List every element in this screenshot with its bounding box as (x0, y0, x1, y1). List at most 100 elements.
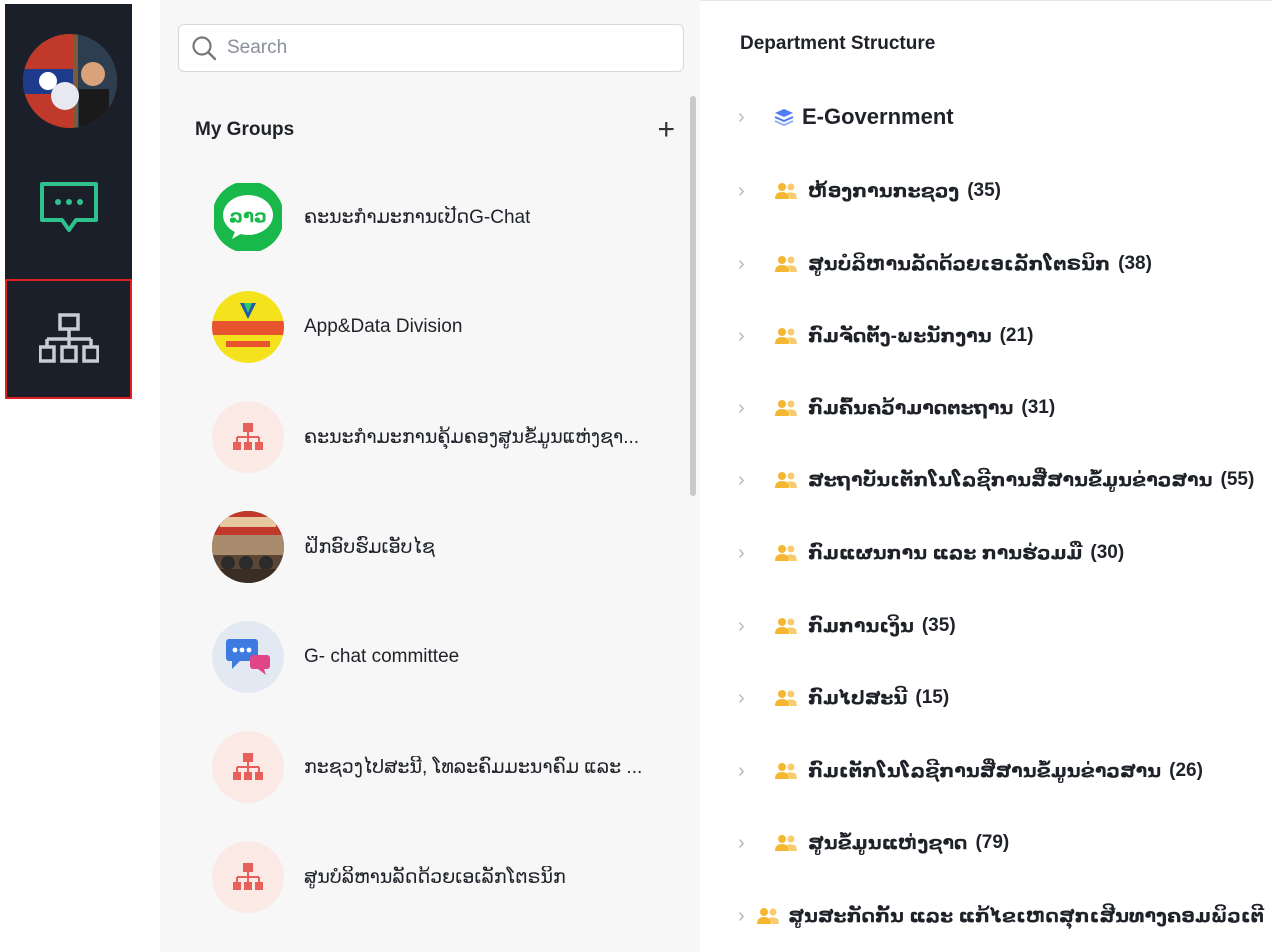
tree-node[interactable]: › ສູນຂໍ້ມູນແຫ່ງຊາດ (79) (738, 823, 1272, 863)
chevron-right-icon[interactable]: › (738, 615, 766, 638)
group-item[interactable]: ຝຶກອົບຮົມເອັບໄຊ (212, 510, 672, 584)
chat-bubbles-icon (226, 639, 270, 675)
group-name: G- chat committee (304, 646, 460, 667)
group-item[interactable]: ລາວ ຄະນະກຳມະການເປີດG-Chat (212, 180, 672, 254)
group-people-icon (774, 252, 800, 276)
tree-node[interactable]: › ກົມໄປສະນີ (15) (738, 678, 1272, 718)
search-icon (192, 36, 217, 61)
search-input[interactable] (227, 37, 667, 59)
group-people-icon (756, 904, 780, 928)
department-structure-panel: Department Structure › E-Government › ຫ້… (700, 0, 1272, 952)
org-chart-icon (38, 313, 99, 363)
application-data-logo-icon (212, 291, 284, 363)
tree-node-label: ສະຖາບັນເຕັກໂນໂລຊີການສື່ສານຂໍ້ມູນຂ່າວສານ (808, 469, 1213, 491)
tree-node-count: (15) (915, 687, 950, 708)
group-name: ຄະນະກຳມະການເປີດG-Chat (304, 206, 531, 228)
group-people-icon (774, 179, 800, 203)
add-group-button[interactable]: + (657, 115, 675, 145)
tree-node-count: (30) (1090, 542, 1125, 563)
org-chart-icon (233, 423, 263, 450)
tree-node-label: ສູນບໍລິຫານລັດດ້ວຍເອເລັກໂຕຣນິກ (808, 253, 1111, 275)
group-people-icon (774, 614, 800, 638)
tree-node-count: (26) (1169, 760, 1203, 781)
tree-node[interactable]: › ສະຖາບັນເຕັກໂນໂລຊີການສື່ສານຂໍ້ມູນຂ່າວສາ… (738, 460, 1272, 500)
lao-chat-logo-icon: ລາວ (214, 183, 282, 251)
chevron-right-icon[interactable]: › (738, 760, 766, 783)
chevron-right-icon[interactable]: › (738, 542, 766, 565)
tree-node-count: (21) (999, 325, 1034, 346)
tree-node-count: (55) (1220, 469, 1255, 490)
search-box[interactable] (178, 24, 684, 72)
groups-panel: My Groups + ລາວ ຄະນະກຳມະການເປີດG-Chat (160, 0, 700, 952)
group-photo-icon (212, 511, 284, 583)
chevron-right-icon[interactable]: › (738, 253, 766, 276)
group-item[interactable]: App&Data Division (212, 290, 672, 364)
tree-node-label: ກົມເຕັກໂນໂລຊີການສື່ສານຂໍ້ມູນຂ່າວສານ (808, 760, 1162, 782)
tree-node-label: ສູນຂໍ້ມູນແຫ່ງຊາດ (808, 832, 968, 854)
group-name: ຝຶກອົບຮົມເອັບໄຊ (304, 536, 435, 558)
tree-node-label: ກົມຈັດຕັ້ງ-ພະນັກງານ (808, 325, 992, 347)
group-people-icon (774, 831, 800, 855)
svg-text:ລາວ: ລາວ (229, 206, 267, 227)
tree-node-count: (35) (967, 180, 1001, 201)
my-groups-header: My Groups + (195, 115, 675, 145)
chevron-right-icon[interactable]: › (738, 687, 766, 710)
org-structure-nav-button[interactable] (5, 279, 132, 399)
group-name: App&Data Division (304, 316, 463, 337)
group-people-icon (774, 468, 800, 492)
tree-node[interactable]: › ກົມຈັດຕັ້ງ-ພະນັກງານ (21) (738, 316, 1272, 356)
navigation-rail (5, 4, 132, 399)
group-avatar: ລາວ (212, 181, 284, 253)
tree-node-label: ກົມແຜນການ ແລະ ການຮ່ວມມື (808, 542, 1083, 564)
chat-nav-button[interactable] (5, 164, 132, 254)
tree-node[interactable]: › ກົມເຕັກໂນໂລຊີການສື່ສານຂໍ້ມູນຂ່າວສານ (2… (738, 751, 1272, 791)
tree-node-count: (38) (1118, 253, 1152, 274)
tree-node-label: ກົມການເງິນ (808, 615, 914, 637)
chevron-right-icon[interactable]: › (738, 469, 766, 492)
tree-node-count: (79) (975, 832, 1010, 853)
tree-node[interactable]: › ກົມແຜນການ ແລະ ການຮ່ວມມື (30) (738, 533, 1272, 573)
groups-scrollbar[interactable] (690, 96, 696, 496)
tree-node[interactable]: › ກົມການເງິນ (35) (738, 606, 1272, 646)
tree-node-root[interactable]: › E-Government (738, 97, 1272, 137)
group-item[interactable]: G- chat committee (212, 620, 672, 694)
tree-node-label: ສູນສະກັດກັ້ນ ແລະ ແກ້ໄຂເຫດສຸກເສີນທາງຄອມພິ… (788, 905, 1264, 927)
tree-node[interactable]: › ສູນບໍລິຫານລັດດ້ວຍເອເລັກໂຕຣນິກ (38) (738, 244, 1272, 284)
group-avatar (212, 731, 284, 803)
chevron-right-icon[interactable]: › (738, 905, 748, 928)
chevron-right-icon[interactable]: › (738, 325, 766, 348)
group-avatar (212, 621, 284, 693)
group-item[interactable]: ກະຊວງໄປສະນີ, ໂທລະຄົມມະນາຄົມ ແລະ ... (212, 730, 672, 804)
chat-bubble-icon (39, 182, 98, 232)
group-people-icon (774, 759, 800, 783)
group-name: ກະຊວງໄປສະນີ, ໂທລະຄົມມະນາຄົມ ແລະ ... (304, 756, 643, 778)
org-chart-icon (233, 863, 263, 890)
chevron-right-icon[interactable]: › (738, 106, 766, 129)
group-name: ຄະນະກຳມະການຄຸ້ມຄອງສູນຂໍ້ມູນແຫ່ງຊາ... (304, 426, 640, 448)
group-item[interactable]: ສູນບໍລິຫານລັດດ້ວຍເອເລັກໂຕຣນິກ (212, 840, 672, 914)
group-avatar (212, 841, 284, 913)
group-people-icon (774, 396, 800, 420)
tree-node-label: E-Government (802, 104, 954, 129)
group-name: ສູນບໍລິຫານລັດດ້ວຍເອເລັກໂຕຣນິກ (304, 866, 566, 888)
group-avatar (212, 511, 284, 583)
group-item[interactable]: ຄະນະກຳມະການຄຸ້ມຄອງສູນຂໍ້ມູນແຫ່ງຊາ... (212, 400, 672, 474)
group-people-icon (774, 324, 800, 348)
group-people-icon (774, 541, 800, 565)
department-structure-title: Department Structure (740, 33, 936, 54)
tree-node-label: ກົມຄົ້ນຄວ້າມາດຕະຖານ (808, 397, 1014, 419)
tree-node-count: (31) (1021, 397, 1056, 418)
tree-node-count: (35) (921, 615, 956, 636)
layers-icon (774, 105, 800, 129)
group-avatar (212, 291, 284, 363)
tree-node[interactable]: › ຫ້ອງການກະຊວງ (35) (738, 171, 1272, 211)
chevron-right-icon[interactable]: › (738, 832, 766, 855)
my-groups-title: My Groups (195, 119, 295, 140)
tree-node[interactable]: › ສູນສະກັດກັ້ນ ແລະ ແກ້ໄຂເຫດສຸກເສີນທາງຄອມ… (738, 896, 1272, 936)
user-avatar[interactable] (23, 34, 117, 128)
chevron-right-icon[interactable]: › (738, 180, 766, 203)
tree-node[interactable]: › ກົມຄົ້ນຄວ້າມາດຕະຖານ (31) (738, 388, 1272, 428)
chevron-right-icon[interactable]: › (738, 397, 766, 420)
group-avatar (212, 401, 284, 473)
group-people-icon (774, 686, 800, 710)
